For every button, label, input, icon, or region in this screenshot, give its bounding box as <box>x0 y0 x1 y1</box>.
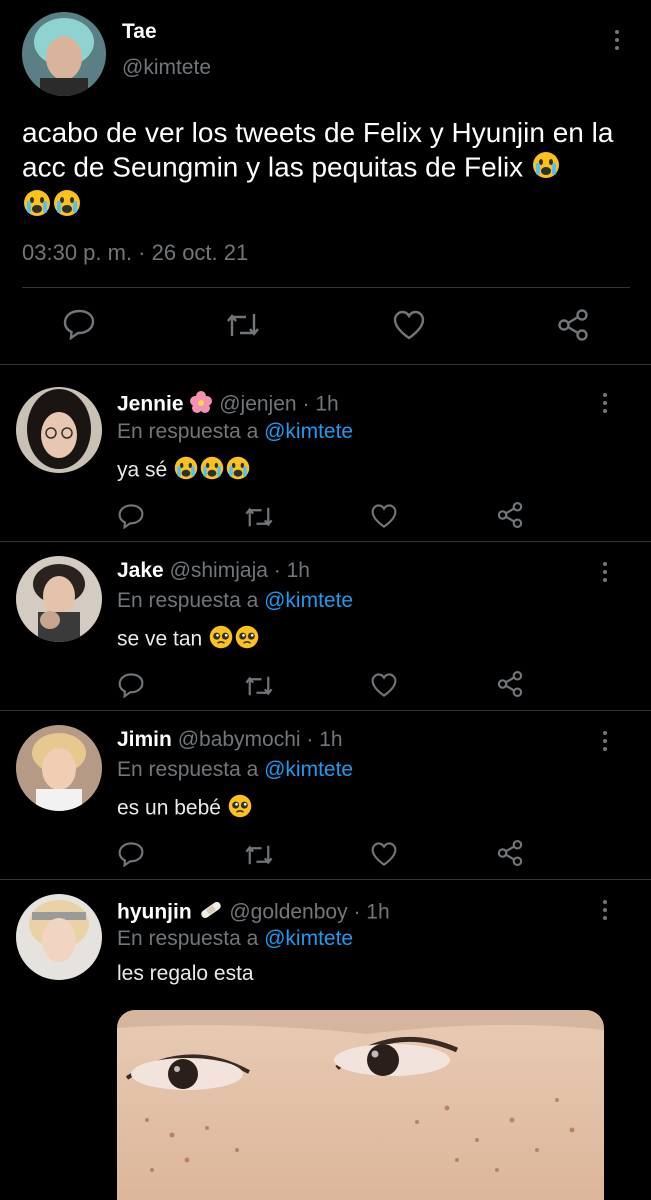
reply-icon[interactable] <box>117 672 145 698</box>
reply-icon[interactable] <box>62 308 96 340</box>
reply-icon[interactable] <box>117 841 145 867</box>
more-icon[interactable] <box>614 30 620 54</box>
more-icon[interactable] <box>602 900 608 924</box>
like-icon[interactable] <box>370 672 398 698</box>
avatar-image <box>16 556 102 642</box>
in-reply-prefix: En respuesta a <box>117 927 259 950</box>
in-reply-handle[interactable]: @kimtete <box>264 589 353 612</box>
more-icon[interactable] <box>602 393 608 417</box>
crying-emoji <box>52 188 82 226</box>
bandage-emoji <box>198 897 224 929</box>
author-handle[interactable]: @shimjaja <box>170 559 268 582</box>
crying-emoji <box>22 188 52 226</box>
in-reply-to: En respuesta a @kimtete <box>117 927 353 951</box>
avatar[interactable] <box>16 725 102 811</box>
in-reply-to: En respuesta a @kimtete <box>117 758 353 782</box>
tweet-timestamp[interactable]: 03:30 p. m. · 26 oct. 21 <box>22 240 248 266</box>
avatar-image <box>22 12 106 96</box>
reply-time[interactable]: · 1h <box>353 901 389 924</box>
close-up-eyes-photo <box>117 1010 604 1200</box>
reply-time[interactable]: · 1h <box>274 559 310 582</box>
author-handle[interactable]: @kimtete <box>122 56 211 80</box>
share-icon[interactable] <box>496 501 524 529</box>
reply-text-content: ya sé <box>117 458 168 482</box>
crying-emoji <box>199 455 225 487</box>
author-name[interactable]: hyunjin <box>117 901 192 924</box>
more-icon[interactable] <box>602 562 608 586</box>
in-reply-handle[interactable]: @kimtete <box>264 927 353 950</box>
avatar-image <box>16 387 102 473</box>
reply-text-content: se ve tan <box>117 627 203 651</box>
avatar[interactable] <box>22 12 106 96</box>
pleading-emoji <box>208 624 234 656</box>
in-reply-handle[interactable]: @kimtete <box>264 758 353 781</box>
divider <box>22 287 630 288</box>
tweet-text-content: acabo de ver los tweets de Felix y Hyunj… <box>22 117 614 183</box>
share-icon[interactable] <box>496 839 524 867</box>
flower-emoji <box>189 390 213 420</box>
reply-header: Jake @shimjaja · 1h <box>117 559 310 583</box>
like-icon[interactable] <box>370 841 398 867</box>
reply-time[interactable]: · 1h <box>306 728 342 751</box>
in-reply-to: En respuesta a @kimtete <box>117 589 353 613</box>
in-reply-prefix: En respuesta a <box>117 758 259 781</box>
reply-text-content: es un bebé <box>117 796 221 820</box>
retweet-icon[interactable] <box>243 842 275 868</box>
pleading-emoji <box>227 793 253 825</box>
author-name[interactable]: Jennie <box>117 393 184 416</box>
tweet-text: acabo de ver los tweets de Felix y Hyunj… <box>22 116 632 226</box>
retweet-icon[interactable] <box>243 673 275 699</box>
reply-text-content: les regalo esta <box>117 962 254 985</box>
reply-header: Jennie @jenjen · 1h <box>117 390 339 420</box>
author-name[interactable]: Tae <box>122 20 157 44</box>
retweet-icon[interactable] <box>224 310 262 340</box>
pleading-emoji <box>234 624 260 656</box>
in-reply-prefix: En respuesta a <box>117 589 259 612</box>
reply-text: se ve tan <box>117 624 260 656</box>
reply-icon[interactable] <box>117 503 145 529</box>
avatar[interactable] <box>16 387 102 473</box>
author-name[interactable]: Jimin <box>117 728 172 751</box>
crying-emoji <box>531 150 561 188</box>
avatar[interactable] <box>16 894 102 980</box>
more-icon[interactable] <box>602 731 608 755</box>
author-handle[interactable]: @goldenboy <box>229 901 347 924</box>
reply-tweet[interactable]: Jimin @babymochi · 1h En respuesta a @ki… <box>0 711 651 879</box>
in-reply-to: En respuesta a @kimtete <box>117 420 353 444</box>
reply-text: es un bebé <box>117 793 253 825</box>
crying-emoji <box>225 455 251 487</box>
like-icon[interactable] <box>370 503 398 529</box>
reply-header: hyunjin @goldenboy · 1h <box>117 897 390 929</box>
author-name[interactable]: Jake <box>117 559 164 582</box>
reply-time[interactable]: · 1h <box>302 393 338 416</box>
share-icon[interactable] <box>496 670 524 698</box>
avatar-image <box>16 725 102 811</box>
crying-emoji <box>173 455 199 487</box>
reply-text: ya sé <box>117 455 251 487</box>
share-icon[interactable] <box>556 308 590 342</box>
like-icon[interactable] <box>392 309 426 341</box>
retweet-icon[interactable] <box>243 504 275 530</box>
in-reply-handle[interactable]: @kimtete <box>264 420 353 443</box>
in-reply-prefix: En respuesta a <box>117 420 259 443</box>
reply-tweet[interactable]: Jake @shimjaja · 1h En respuesta a @kimt… <box>0 542 651 710</box>
reply-tweet[interactable]: hyunjin @goldenboy · 1h En respuesta a @… <box>0 880 651 1200</box>
attached-image[interactable] <box>117 1010 604 1200</box>
author-handle[interactable]: @jenjen <box>219 393 296 416</box>
reply-header: Jimin @babymochi · 1h <box>117 728 343 752</box>
author-handle[interactable]: @babymochi <box>178 728 301 751</box>
avatar-image <box>16 894 102 980</box>
avatar[interactable] <box>16 556 102 642</box>
reply-text: les regalo esta <box>117 962 254 986</box>
reply-tweet[interactable]: Jennie @jenjen · 1h En respuesta a @kimt… <box>0 365 651 541</box>
